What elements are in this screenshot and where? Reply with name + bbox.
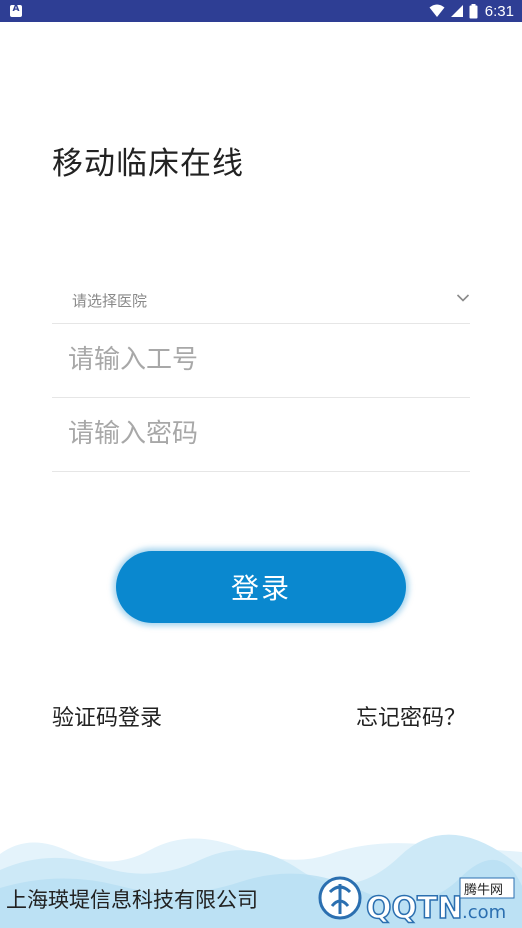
chevron-down-icon: [456, 294, 470, 302]
password-input[interactable]: [68, 412, 448, 456]
login-button[interactable]: 登录: [116, 551, 406, 623]
app-title: 移动临床在线: [52, 146, 244, 182]
watermark-text: QQTN: [366, 891, 463, 926]
watermark-site: 腾牛网: [464, 882, 503, 898]
company-name: 上海瑛堤信息科技有限公司: [6, 888, 258, 912]
cell-signal-icon: [450, 5, 463, 17]
hospital-select[interactable]: 请选择医院: [52, 280, 470, 324]
notification-app-letter: A: [12, 4, 20, 14]
sms-code-login-link[interactable]: 验证码登录: [52, 700, 162, 732]
hospital-select-placeholder: 请选择医院: [72, 292, 148, 310]
status-time: 6:31: [484, 2, 514, 20]
login-button-label: 登录: [230, 572, 291, 605]
notification-app-icon: A: [10, 4, 22, 17]
employee-id-field: [52, 324, 470, 398]
password-field: [52, 398, 470, 472]
forgot-password-link[interactable]: 忘记密码？: [356, 700, 466, 732]
status-bar: A 6:31: [0, 0, 522, 22]
status-icons: 6:31: [429, 2, 514, 20]
watermark-domain: .com: [462, 902, 506, 923]
battery-icon: [469, 3, 478, 18]
wifi-icon: [429, 4, 445, 17]
employee-id-input[interactable]: [68, 338, 448, 382]
qqtn-watermark-logo: QQTN .com 腾牛网: [318, 876, 515, 926]
